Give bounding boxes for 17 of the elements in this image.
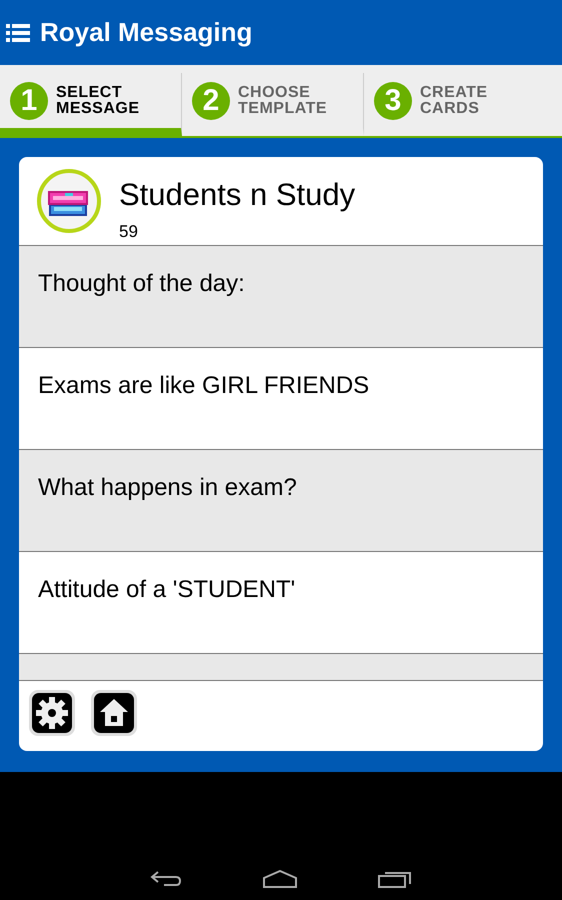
message-item[interactable] (19, 654, 543, 681)
message-item[interactable]: Thought of the day: (19, 246, 543, 348)
step-number: 3 (374, 82, 412, 120)
books-icon (37, 169, 101, 233)
menu-icon[interactable] (6, 22, 30, 42)
message-count: 59 (119, 222, 139, 242)
back-icon[interactable] (150, 870, 182, 888)
step-number: 2 (192, 82, 230, 120)
message-item[interactable]: What happens in exam? (19, 450, 543, 552)
category-title: Students n Study (119, 177, 356, 213)
settings-icon[interactable] (28, 689, 76, 737)
app-title: Royal Messaging (40, 17, 252, 48)
home-icon[interactable] (262, 870, 298, 888)
step-number: 1 (10, 82, 48, 120)
recent-apps-icon[interactable] (378, 870, 412, 888)
home-icon[interactable] (90, 689, 138, 737)
step-tab[interactable]: 1 SELECT MESSAGE (0, 73, 182, 136)
